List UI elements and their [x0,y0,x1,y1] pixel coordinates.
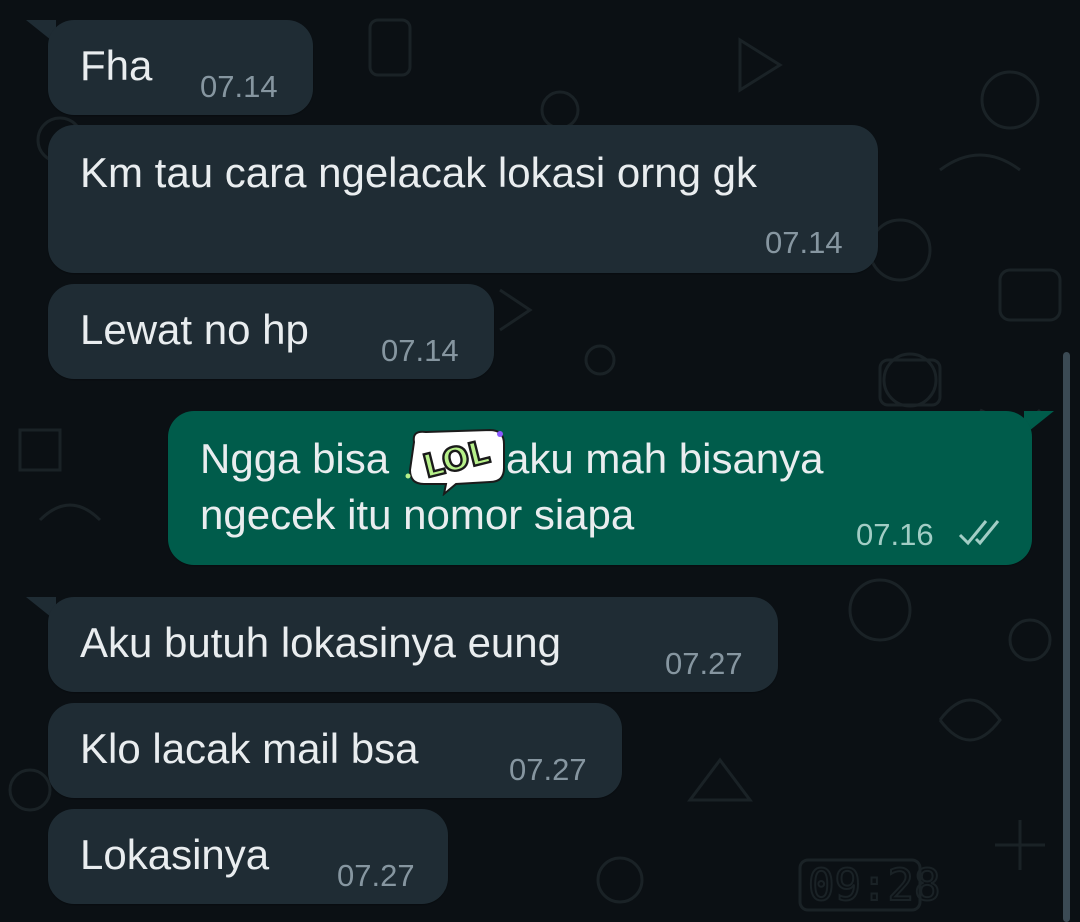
scrollbar[interactable] [1063,352,1070,922]
incoming-message-4[interactable]: Aku butuh lokasinya eung 07.27 [48,597,778,692]
message-text: Klo lacak mail bsa [80,725,419,772]
message-time: 07.14 [200,69,278,104]
chat-area[interactable]: Fha 07.14 Km tau cara ngelacak lokasi or… [0,0,1080,922]
message-time: 07.14 [765,225,843,260]
incoming-message-1[interactable]: Fha 07.14 [48,20,313,115]
outgoing-message-1[interactable]: Ngga bisa aku mah bisanya ngecek itu nom… [168,411,1032,565]
message-text-line-1a: Ngga bisa [200,435,390,482]
lol-sticker-icon: LOL [405,428,505,496]
message-text: Aku butuh lokasinya eung [80,619,562,666]
message-time: 07.27 [509,752,587,787]
incoming-message-6[interactable]: Lokasinya 07.27 [48,809,448,904]
message-text-line-1b: aku mah bisanya [506,435,824,482]
message-time: 07.16 [856,517,934,552]
incoming-message-2[interactable]: Km tau cara ngelacak lokasi orng gk 07.1… [48,125,878,273]
message-text: Km tau cara ngelacak lokasi orng gk [80,149,758,196]
message-time: 07.27 [665,646,743,681]
message-time: 07.14 [381,333,459,368]
message-text: Lokasinya [80,831,270,878]
incoming-message-3[interactable]: Lewat no hp 07.14 [48,284,494,379]
message-text: Fha [80,42,153,89]
message-text: Lewat no hp [80,306,309,353]
message-time: 07.27 [337,858,415,893]
double-check-read-icon [958,520,1000,546]
incoming-message-5[interactable]: Klo lacak mail bsa 07.27 [48,703,622,798]
